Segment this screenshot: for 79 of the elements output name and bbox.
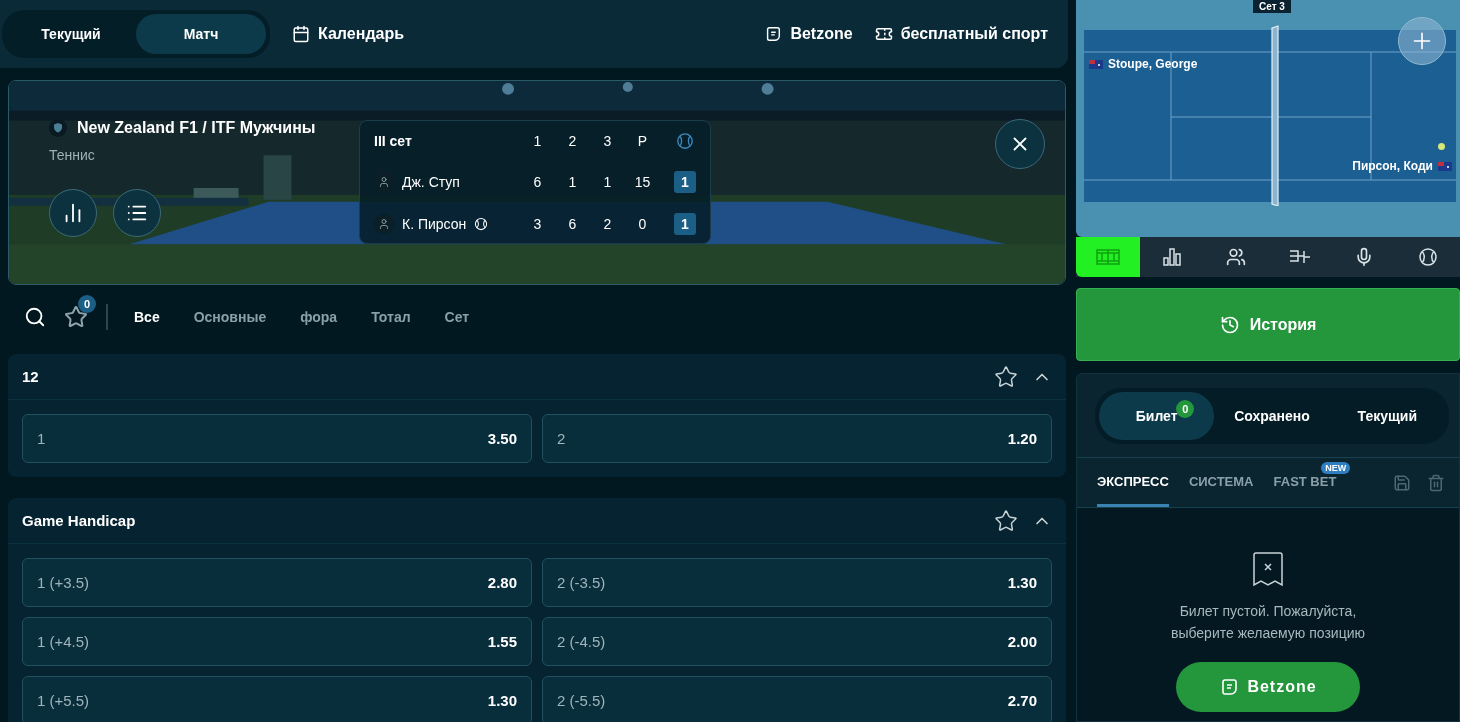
empty-message: Билет пустой. Пожалуйста, выберите желаемую позицию xyxy=(1169,602,1367,643)
score-cell-text: 1 xyxy=(567,174,578,190)
count-badge: 0 xyxy=(1176,400,1195,418)
new-badge: NEW xyxy=(1321,462,1351,474)
column-header: 2 xyxy=(567,133,578,149)
score-cell-text: 0 xyxy=(637,216,648,232)
score-cell-text: 1 xyxy=(602,174,613,190)
score-cell-text: 15 xyxy=(633,174,652,190)
nav-link[interactable]: Betzone xyxy=(764,25,853,43)
betzone-icon xyxy=(764,25,783,43)
score-cell-text: 3 xyxy=(532,216,543,232)
tennis-ball-icon xyxy=(676,132,694,150)
expand-button[interactable] xyxy=(1398,17,1446,65)
sets-score: 1 xyxy=(674,171,696,193)
player-name: К. Пирсон xyxy=(402,216,467,232)
odds-button[interactable]: 2 (-4.5) 2.00 xyxy=(542,617,1052,666)
save-icon[interactable] xyxy=(1393,473,1411,492)
view-tab[interactable]: Матч xyxy=(136,14,266,54)
search-icon[interactable] xyxy=(24,306,46,328)
betzone-icon xyxy=(1219,677,1240,697)
score-cell-text: 6 xyxy=(532,174,543,190)
shield-icon xyxy=(49,119,67,137)
flag-icon xyxy=(1089,59,1103,69)
odds-button[interactable]: 1 (+4.5) 1.55 xyxy=(22,617,532,666)
market-title: Game Handicap xyxy=(22,512,137,529)
tournament-title: New Zealand F1 / ITF Мужчины xyxy=(77,119,316,137)
history-button[interactable]: История xyxy=(1076,288,1460,361)
column-header: P xyxy=(636,133,649,149)
odds-button[interactable]: 2 (-3.5) 1.30 xyxy=(542,558,1052,607)
market-title: 12 xyxy=(22,368,40,385)
score-cell-text: 6 xyxy=(567,216,578,232)
filter-tab[interactable]: Сет xyxy=(436,309,478,325)
betslip-tab[interactable]: Билет 0 xyxy=(1099,392,1215,440)
set-label: Сет 3 xyxy=(1253,0,1291,13)
star-icon[interactable] xyxy=(994,508,1018,533)
filter-tab[interactable]: Все xyxy=(126,309,168,325)
column-header: 1 xyxy=(532,133,543,149)
bracket-icon xyxy=(1289,248,1311,266)
tracker-tab[interactable] xyxy=(1076,237,1140,277)
player-label: Пирсон, Коди xyxy=(1352,159,1433,173)
view-tab[interactable]: Текущий xyxy=(6,14,136,54)
tennis-ball-icon xyxy=(1418,247,1438,267)
filter-tab[interactable]: Тотал xyxy=(363,309,419,325)
bar-chart-icon xyxy=(1162,247,1182,267)
odds-button[interactable]: 2 (-5.5) 2.70 xyxy=(542,676,1052,722)
odds-button[interactable]: 1 (+5.5) 1.30 xyxy=(22,676,532,722)
avatar-icon xyxy=(374,172,394,192)
score-cell-text: 2 xyxy=(602,216,613,232)
filter-tab[interactable]: фора xyxy=(292,309,346,325)
ticket-icon xyxy=(874,25,893,43)
sets-score: 1 xyxy=(674,213,696,235)
trash-icon[interactable] xyxy=(1427,473,1445,492)
bet-type-tab[interactable]: СИСТЕМА xyxy=(1188,458,1254,507)
ball-icon xyxy=(1438,143,1445,150)
serve-icon xyxy=(474,217,489,231)
odds-button[interactable]: 2 1.20 xyxy=(542,414,1052,463)
filter-tab[interactable]: Основные xyxy=(185,309,275,325)
player-label: Stoupe, George xyxy=(1108,57,1198,71)
column-header: 3 xyxy=(602,133,613,149)
players-icon xyxy=(1226,247,1246,267)
betslip-tab[interactable]: Текущий xyxy=(1329,392,1445,440)
calendar-link[interactable]: Календарь xyxy=(292,25,405,43)
court-icon xyxy=(1096,249,1120,265)
odds-button[interactable]: 1 3.50 xyxy=(22,414,532,463)
betzone-button[interactable]: Betzone xyxy=(1176,662,1360,712)
betslip-tab[interactable]: Сохранено xyxy=(1214,392,1330,440)
odds-button[interactable]: 1 (+3.5) 2.80 xyxy=(22,558,532,607)
history-icon xyxy=(1219,314,1240,335)
favorites-count: 0 xyxy=(78,295,96,313)
period-label: III сет xyxy=(374,133,413,149)
avatar-icon xyxy=(374,214,394,234)
flag-icon xyxy=(1438,161,1452,171)
star-icon[interactable] xyxy=(994,364,1018,389)
calendar-icon xyxy=(292,25,310,43)
nav-link[interactable]: бесплатный спорт xyxy=(874,25,1048,43)
empty-ticket-icon xyxy=(1252,552,1284,588)
player-name: Дж. Ступ xyxy=(402,174,460,190)
microphone-icon xyxy=(1354,247,1374,267)
sport-label: Теннис xyxy=(49,147,96,163)
